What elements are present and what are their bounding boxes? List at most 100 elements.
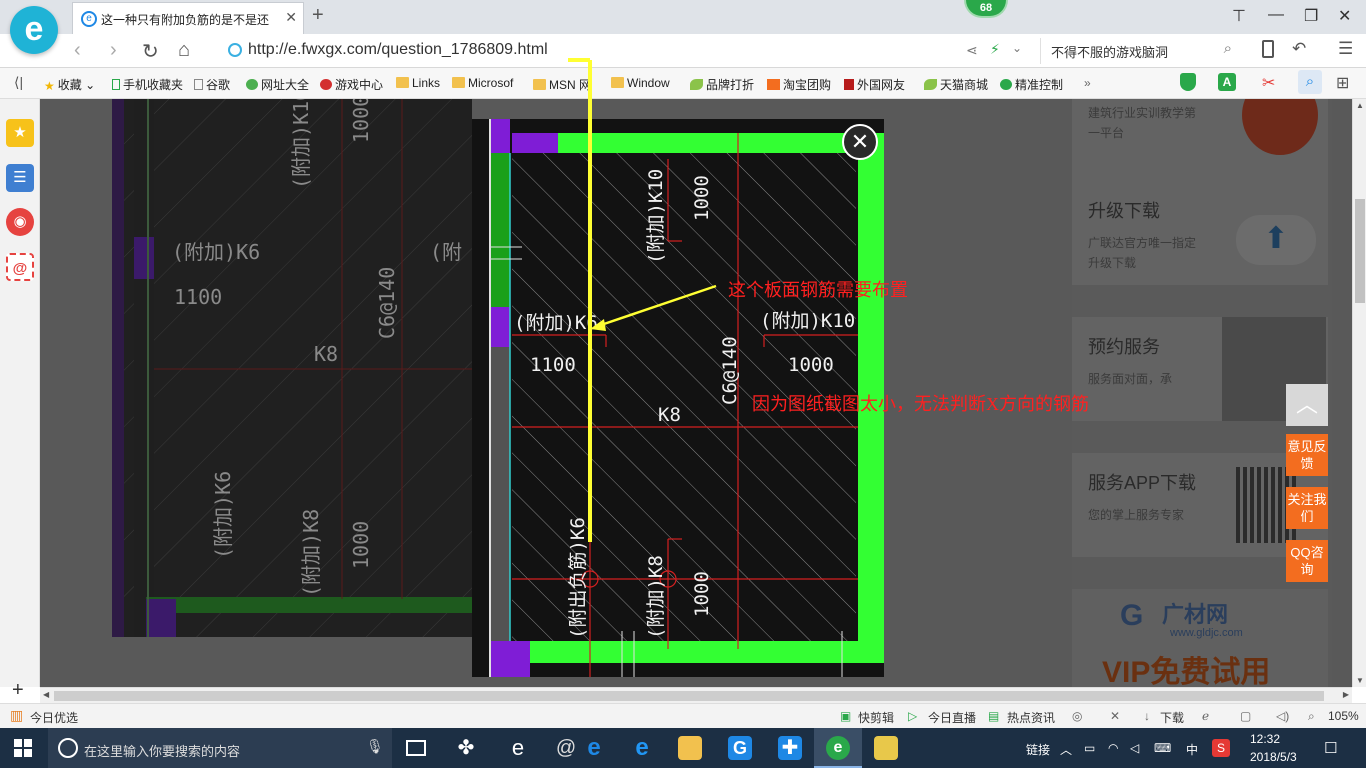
find-icon[interactable]: ⌕ (1298, 70, 1322, 94)
ie-mode-icon[interactable]: ℯ (1202, 709, 1209, 723)
fan-app-icon[interactable]: ✤ (454, 736, 478, 760)
active-browser-task[interactable]: e (814, 728, 862, 768)
plus-app-icon[interactable]: ✚ (778, 736, 802, 760)
clock-time[interactable]: 12:32 (1250, 732, 1280, 746)
status-item[interactable]: 今日直播 (928, 709, 976, 726)
browser-logo-icon[interactable]: e (10, 6, 58, 54)
tray-link[interactable]: 链接 (1026, 741, 1050, 758)
url-input[interactable]: http://e.fwxgx.com/question_1786809.html (248, 41, 548, 59)
back-to-top-button[interactable]: ︿ (1286, 384, 1328, 426)
microphone-icon[interactable]: 🎙 (366, 738, 384, 755)
bookmark-item[interactable]: 手机收藏夹 (112, 76, 183, 93)
home-icon[interactable]: ⌂ (178, 39, 190, 62)
back-icon[interactable]: ‹ (74, 39, 81, 62)
search-input[interactable]: 不得不服的游戏脑洞 (1051, 42, 1168, 61)
ie-icon[interactable]: e (630, 736, 654, 760)
vertical-scroll-thumb[interactable] (1355, 199, 1365, 303)
undo-icon[interactable]: ↶ (1292, 39, 1306, 59)
task-view-icon[interactable] (406, 740, 426, 756)
browser-tab[interactable]: e 这一种只有附加负筋的是不是还 ✕ (72, 2, 304, 34)
qq-consult-button[interactable]: QQ咨询 (1286, 540, 1328, 582)
bookmark-item[interactable]: Microsof (452, 76, 513, 90)
sogou-ime-icon[interactable]: S (1212, 739, 1230, 757)
feedback-button[interactable]: 意见反馈 (1286, 434, 1328, 476)
follow-us-button[interactable]: 关注我们 (1286, 487, 1328, 529)
horizontal-scroll-thumb[interactable] (54, 691, 1324, 701)
close-lightbox-button[interactable]: ✕ (842, 124, 878, 160)
status-item[interactable]: 下载 (1160, 709, 1184, 726)
wifi-icon[interactable]: ◠ (1108, 741, 1118, 755)
tray-expand-icon[interactable]: ︿ (1060, 741, 1072, 758)
dropdown-chevron-icon[interactable]: ⌄ (1012, 41, 1022, 55)
bookmark-item[interactable]: 谷歌 (194, 76, 230, 93)
upgrade-card[interactable]: 升级下载 广联达官方唯一指定升级下载 ⬆ (1072, 181, 1328, 285)
bookmark-item[interactable]: Links (396, 76, 440, 90)
forward-icon[interactable]: › (110, 39, 117, 62)
apps-grid-icon[interactable]: ⊞ (1336, 73, 1349, 93)
minimize-icon[interactable]: — (1268, 6, 1284, 24)
email-icon[interactable]: @ (6, 253, 34, 281)
bookmark-item[interactable]: 淘宝团购 (767, 76, 831, 93)
close-window-icon[interactable]: ✕ (1338, 6, 1351, 26)
edge-icon[interactable]: e (582, 736, 606, 760)
keyboard-icon[interactable]: ⌨ (1154, 741, 1171, 755)
scroll-left-icon[interactable]: ◀ (43, 690, 49, 699)
spiral-app-icon[interactable]: @ (554, 736, 578, 760)
bookmark-item[interactable]: 天猫商城 (924, 76, 988, 93)
volume-icon[interactable]: ◁) (1276, 709, 1289, 723)
scroll-up-icon[interactable]: ▲ (1356, 101, 1364, 110)
file-explorer-icon[interactable] (678, 736, 702, 760)
pin-icon[interactable]: ✕ (1110, 709, 1120, 723)
volume-tray-icon[interactable]: ◁ (1130, 741, 1139, 755)
ime-indicator[interactable]: 中 (1186, 741, 1198, 758)
notes-app-icon[interactable] (874, 736, 898, 760)
status-item[interactable]: 快剪辑 (858, 709, 894, 726)
sidebar-add-icon[interactable]: + (12, 679, 24, 702)
today-picks[interactable]: 今日优选 (30, 709, 78, 726)
accelerate-icon[interactable]: ◎ (1072, 709, 1082, 723)
window-icon[interactable]: ▢ (1240, 709, 1251, 723)
bookmark-item[interactable]: 精准控制 (1000, 76, 1063, 93)
clock-date[interactable]: 2018/5/3 (1250, 750, 1297, 764)
new-tab-plus-icon[interactable]: + (312, 4, 324, 27)
bookmark-item[interactable]: 网址大全 (246, 76, 309, 93)
sidebar-toggle-icon[interactable]: ⟨| (14, 74, 23, 91)
horizontal-scrollbar[interactable]: ◀ ▶ (40, 687, 1352, 703)
refresh-icon[interactable]: ↻ (142, 39, 159, 64)
vip-ad-card[interactable]: G 广材网 www.gldjc.com VIP免费试用 (1072, 589, 1328, 687)
zoom-level[interactable]: 105% (1328, 709, 1359, 723)
notification-center-icon[interactable]: ☐ (1324, 739, 1337, 757)
site-security-icon[interactable] (228, 43, 242, 57)
shield-icon[interactable] (1180, 73, 1196, 91)
weibo-icon[interactable]: ◉ (6, 208, 34, 236)
menu-icon[interactable]: ☰ (1338, 39, 1353, 59)
taskbar-search-placeholder[interactable]: 在这里输入你要搜索的内容 (84, 741, 240, 760)
share-icon[interactable]: ⋖ (966, 42, 978, 59)
skin-shirt-icon[interactable]: ⊤ (1232, 6, 1246, 26)
tab-close-icon[interactable]: ✕ (285, 9, 297, 26)
training-card[interactable]: 建筑行业实训教学第一平台 (1072, 99, 1328, 189)
status-item[interactable]: 热点资讯 (1007, 709, 1055, 726)
windows-start-icon[interactable] (14, 739, 32, 757)
favorites-star-icon[interactable]: ★ (6, 119, 34, 147)
mobile-icon[interactable] (1262, 40, 1274, 58)
bookmark-item[interactable]: 外国网友 (844, 76, 905, 93)
scroll-down-icon[interactable]: ▼ (1356, 676, 1364, 685)
lightning-icon[interactable]: ⚡ (990, 41, 1000, 58)
battery-icon[interactable]: ▭ (1084, 741, 1095, 755)
bookmark-favorites[interactable]: ★ 收藏 ⌄ (44, 76, 95, 93)
edge-browser-icon[interactable]: e (506, 736, 530, 760)
more-bookmarks-icon[interactable]: » (1084, 76, 1091, 90)
scissors-icon[interactable]: ✂ (1262, 73, 1275, 93)
bookmark-item[interactable]: 游戏中心 (320, 76, 383, 93)
notification-badge[interactable]: 68 (964, 0, 1008, 18)
glodon-app-icon[interactable]: G (728, 736, 752, 760)
scroll-right-icon[interactable]: ▶ (1343, 690, 1349, 699)
search-icon[interactable]: ⌕ (1224, 40, 1232, 57)
taskbar-search-box[interactable]: 在这里输入你要搜索的内容 🎙 (48, 728, 392, 768)
translate-icon[interactable]: A (1218, 73, 1236, 91)
search-box[interactable]: 不得不服的游戏脑洞 ⌕ (1040, 38, 1240, 64)
vertical-scrollbar[interactable]: ▲ ▼ (1352, 99, 1366, 687)
reading-list-icon[interactable]: ☰ (6, 164, 34, 192)
restore-icon[interactable]: ❐ (1304, 6, 1318, 26)
